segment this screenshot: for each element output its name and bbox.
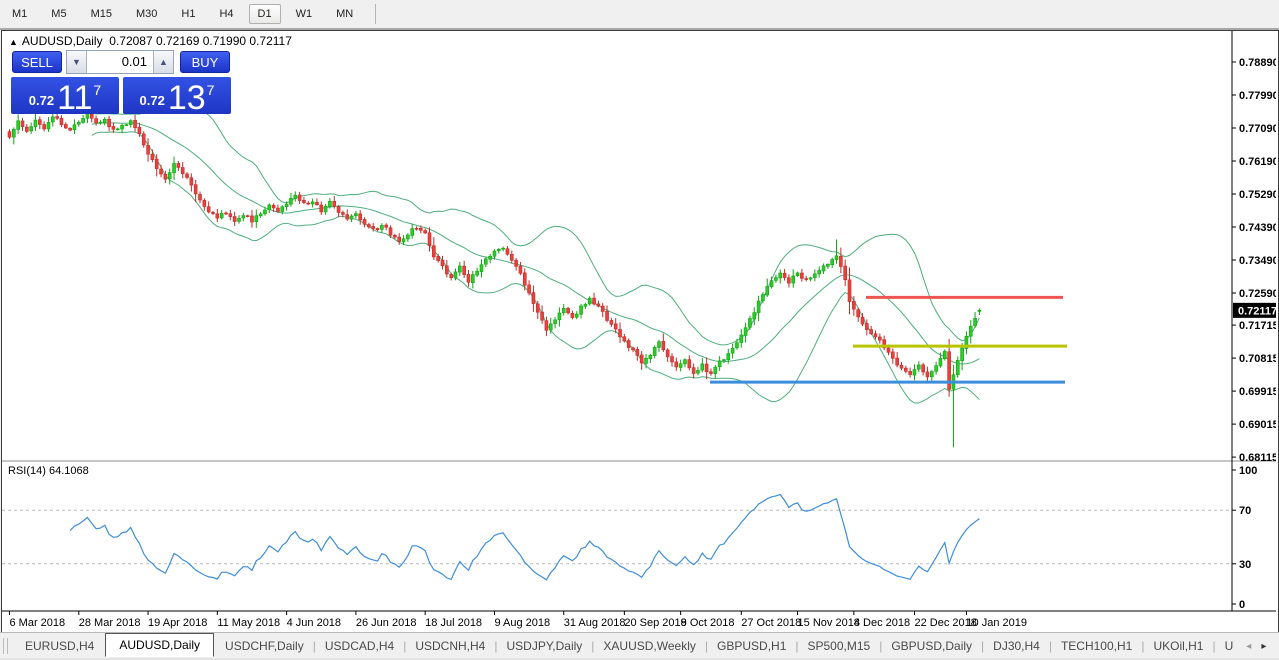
timeframe-button-w1[interactable]: W1	[287, 4, 322, 24]
price-axis-label: 0.69015	[1239, 419, 1276, 431]
chart-tab-usdcnh-h4[interactable]: USDCNH,H4	[404, 635, 496, 657]
price-axis-label: 0.72590	[1239, 288, 1276, 300]
ask-price-big: 13	[167, 79, 206, 117]
bid-price-sup: 7	[93, 82, 102, 98]
timeframe-button-m15[interactable]: M15	[82, 4, 121, 24]
volume-value[interactable]: 0.01	[87, 51, 153, 73]
bollinger-band-line	[91, 95, 980, 346]
bid-price-frac: 0.72	[28, 93, 55, 108]
price-axis-label: 0.77090	[1239, 123, 1276, 135]
volume-increase-icon[interactable]: ▲	[153, 51, 173, 73]
rsi-axis-label: 30	[1239, 559, 1251, 571]
price-axis-label: 0.70815	[1239, 353, 1276, 365]
price-axis-label: 0.77990	[1239, 90, 1276, 102]
date-axis-label: 20 Sep 2018	[624, 617, 686, 629]
tabbar-grip	[3, 638, 8, 654]
date-axis-label: 4 Jun 2018	[287, 617, 341, 629]
price-axis-label: 0.68115	[1239, 452, 1276, 464]
rsi-axis-label: 100	[1239, 465, 1257, 477]
timeframe-button-mn[interactable]: MN	[327, 4, 362, 24]
ask-price-frac: 0.72	[139, 93, 165, 108]
chart-tab-gbpusd-daily[interactable]: GBPUSD,Daily	[880, 635, 983, 657]
chart-tab-sp500-m15[interactable]: SP500,M15	[797, 635, 882, 657]
date-axis-label: 15 Nov 2018	[798, 617, 860, 629]
chart-tab-eurusd-h4[interactable]: EURUSD,H4	[14, 635, 105, 657]
timeframe-button-m30[interactable]: M30	[127, 4, 166, 24]
price-axis-label: 0.76190	[1239, 156, 1276, 168]
bid-price-big: 11	[57, 79, 93, 117]
chart-tab-ukoil-h1[interactable]: UKOil,H1	[1142, 635, 1214, 657]
chart-tab-xauusd-weekly[interactable]: XAUUSD,Weekly	[592, 635, 706, 657]
tabs-scroll-right-icon[interactable]: ▸	[1261, 641, 1266, 652]
chart-tab-usdchf-daily[interactable]: USDCHF,Daily	[214, 635, 315, 657]
price-axis-label: 0.78890	[1239, 57, 1276, 69]
chart-window: ▲ AUDUSD,Daily 0.72087 0.72169 0.71990 0.…	[1, 30, 1279, 633]
current-price-value: 0.72117	[1238, 305, 1276, 317]
date-axis-label: 18 Jul 2018	[425, 617, 482, 629]
chart-symbol-label: AUDUSD,Daily	[21, 34, 103, 48]
chart-canvas[interactable]: 0.78890 0.77990 0.77090 0.76190 0.75290 0.743…	[2, 31, 1276, 630]
buy-button[interactable]: BUY	[180, 51, 230, 73]
bollinger-band-line	[91, 122, 980, 365]
volume-decrease-icon[interactable]: ▼	[67, 51, 87, 73]
rsi-indicator-label: RSI(14) 64.1068	[8, 465, 89, 477]
chart-tab-audusd-daily[interactable]: AUDUSD,Daily	[105, 633, 215, 657]
date-axis-label: 9 Aug 2018	[494, 617, 550, 629]
timeframe-button-m1[interactable]: M1	[3, 4, 36, 24]
tabs-scroll-left-icon[interactable]: ◂	[1246, 641, 1251, 652]
date-axis-label: 27 Oct 2018	[741, 617, 801, 629]
volume-stepper: ▼ 0.01 ▲	[66, 50, 174, 74]
rsi-line	[69, 493, 980, 581]
timeframe-button-d1[interactable]: D1	[248, 4, 281, 24]
bid-price[interactable]: 0.72 11 7	[11, 77, 119, 117]
chart-tab-dj30-h4[interactable]: DJ30,H4	[982, 635, 1051, 657]
price-axis-label: 0.73490	[1239, 255, 1276, 267]
symbol-marker-icon: ▲	[9, 37, 18, 47]
date-axis-label: 11 May 2018	[217, 617, 280, 629]
date-axis-label: 9 Oct 2018	[681, 617, 735, 629]
one-click-trade-panel: SELL ▼ 0.01 ▲ BUY 0.72 11 7 0.72 13 7	[11, 50, 231, 117]
date-axis-label: 6 Mar 2018	[10, 617, 66, 629]
rsi-axis-label: 0	[1239, 599, 1245, 611]
chart-ohlc-values: 0.72087 0.72169 0.71990 0.72117	[109, 34, 292, 48]
rsi-axis-label: 70	[1239, 505, 1251, 517]
timeframe-toolbar: M1 M5 M15 M30 H1 H4 D1 W1 MN	[0, 0, 1279, 30]
price-axis-label: 0.75290	[1239, 189, 1276, 201]
chart-tab-usdjpy-daily[interactable]: USDJPY,Daily	[495, 635, 593, 657]
date-axis-label: 28 Mar 2018	[79, 617, 141, 629]
timeframe-button-h1[interactable]: H1	[172, 4, 204, 24]
toolbar-separator	[375, 4, 377, 24]
ask-price-sup: 7	[206, 82, 215, 98]
price-axis-label: 0.74390	[1239, 222, 1276, 234]
timeframe-button-h4[interactable]: H4	[210, 4, 242, 24]
chart-tab-tech100-h1[interactable]: TECH100,H1	[1050, 635, 1143, 657]
sell-button[interactable]: SELL	[12, 51, 62, 73]
price-axis-label: 0.71715	[1239, 320, 1276, 332]
date-axis-label: 4 Dec 2018	[854, 617, 910, 629]
date-axis-label: 26 Jun 2018	[356, 617, 417, 629]
chart-tab-usdcad-h4[interactable]: USDCAD,H4	[314, 635, 405, 657]
date-axis-label: 31 Aug 2018	[564, 617, 626, 629]
timeframe-button-m5[interactable]: M5	[42, 4, 75, 24]
chart-tab-u[interactable]: U	[1214, 635, 1245, 657]
chart-tab-bar: EURUSD,H4 AUDUSD,Daily USDCHF,Daily | USDCAD…	[0, 632, 1279, 659]
date-axis-label: 10 Jan 2019	[966, 617, 1027, 629]
date-axis-label: 19 Apr 2018	[148, 617, 207, 629]
ask-price[interactable]: 0.72 13 7	[123, 77, 231, 117]
chart-title: ▲ AUDUSD,Daily 0.72087 0.72169 0.71990 0.…	[9, 34, 292, 48]
chart-tab-gbpusd-h1[interactable]: GBPUSD,H1	[706, 635, 797, 657]
price-axis-label: 0.69915	[1239, 386, 1276, 398]
